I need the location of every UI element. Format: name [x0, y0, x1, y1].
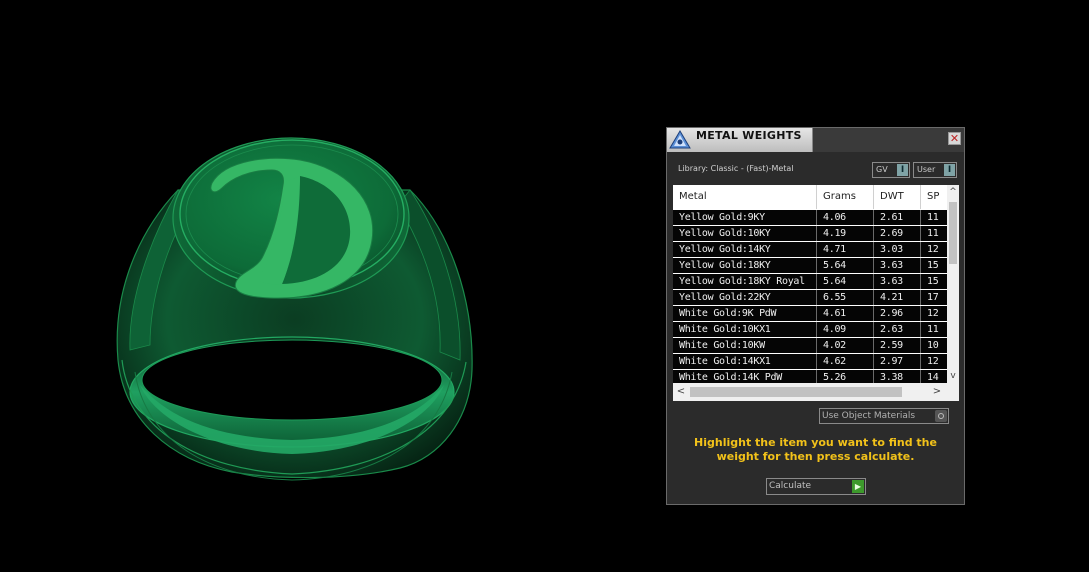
- metal-cell: White Gold:14KX1: [673, 354, 817, 369]
- sp-cell: 15: [927, 276, 939, 287]
- close-button[interactable]: ✕: [948, 132, 961, 145]
- dwt-cell: 3.63: [874, 274, 921, 289]
- close-icon: ✕: [949, 132, 960, 145]
- sp-cell: 12: [927, 308, 939, 319]
- dwt-cell: 2.63: [874, 322, 921, 337]
- table-row[interactable]: Yellow Gold:22KY 6.55 4.21 17: [673, 290, 947, 305]
- dwt-cell: 3.03: [874, 242, 921, 257]
- radio-icon: [935, 410, 947, 422]
- play-icon: ▶: [852, 480, 864, 493]
- toggle-switch-icon: I: [944, 164, 955, 176]
- grams-cell: 4.71: [817, 242, 874, 257]
- sp-cell: 12: [927, 356, 939, 367]
- sp-cell: 17: [927, 292, 939, 303]
- dwt-cell: 2.61: [874, 210, 921, 225]
- calculate-label: Calculate: [769, 481, 812, 491]
- column-header-grams[interactable]: Grams: [817, 185, 874, 209]
- sp-cell: 15: [927, 260, 939, 271]
- table-row[interactable]: White Gold:9K PdW 4.61 2.96 12: [673, 306, 947, 321]
- column-header-metal[interactable]: Metal: [673, 185, 817, 209]
- dwt-cell: 2.69: [874, 226, 921, 241]
- grams-cell: 4.06: [817, 210, 874, 225]
- dwt-cell: 4.21: [874, 290, 921, 305]
- vertical-scroll-thumb[interactable]: [949, 202, 957, 264]
- metal-cell: Yellow Gold:10KY: [673, 226, 817, 241]
- toggle-switch-icon: I: [897, 164, 908, 176]
- scroll-down-icon[interactable]: v: [947, 369, 959, 383]
- metal-cell: Yellow Gold:14KY: [673, 242, 817, 257]
- horizontal-scrollbar[interactable]: < >: [673, 383, 959, 401]
- table-row[interactable]: White Gold:10KW 4.02 2.59 10: [673, 338, 947, 353]
- grams-cell: 4.61: [817, 306, 874, 321]
- table-header: Metal Grams DWT SP: [673, 185, 947, 209]
- sp-cell: 11: [927, 324, 939, 335]
- grams-cell: 6.55: [817, 290, 874, 305]
- user-toggle-label: User: [917, 165, 936, 174]
- use-object-materials-label: Use Object Materials: [822, 411, 916, 421]
- sp-cell: 11: [927, 228, 939, 239]
- grams-cell: 4.02: [817, 338, 874, 353]
- metal-cell: Yellow Gold:18KY Royal: [673, 274, 817, 289]
- metal-cell: White Gold:10KX1: [673, 322, 817, 337]
- scroll-left-icon[interactable]: <: [673, 383, 689, 401]
- user-toggle[interactable]: User I: [913, 162, 957, 178]
- metal-cell: White Gold:10KW: [673, 338, 817, 353]
- table-row[interactable]: Yellow Gold:18KY 5.64 3.63 15: [673, 258, 947, 273]
- dwt-cell: 2.96: [874, 306, 921, 321]
- dwt-cell: 3.63: [874, 258, 921, 273]
- gv-toggle-label: GV: [876, 165, 888, 174]
- sp-cell: 10: [927, 340, 939, 351]
- grams-cell: 5.64: [817, 258, 874, 273]
- column-header-sp[interactable]: SP: [921, 185, 947, 209]
- vertical-scrollbar[interactable]: ^ v: [947, 185, 959, 383]
- panel-title-tab[interactable]: METAL WEIGHTS: [667, 128, 813, 152]
- metal-cell: Yellow Gold:9KY: [673, 210, 817, 225]
- metal-cell: White Gold:9K PdW: [673, 306, 817, 321]
- sp-cell: 12: [927, 244, 939, 255]
- horizontal-scroll-thumb[interactable]: [690, 387, 902, 397]
- grams-cell: 4.09: [817, 322, 874, 337]
- dwt-cell: 2.97: [874, 354, 921, 369]
- use-object-materials-toggle[interactable]: Use Object Materials: [819, 408, 949, 424]
- metal-weights-panel: METAL WEIGHTS ✕ Library: Classic - (Fast…: [666, 127, 965, 505]
- panel-title: METAL WEIGHTS: [696, 129, 802, 142]
- metal-table[interactable]: Metal Grams DWT SP Yellow Gold:9KY 4.06 …: [673, 185, 959, 401]
- table-row[interactable]: Yellow Gold:9KY 4.06 2.61 11: [673, 210, 947, 225]
- dwt-cell: 2.59: [874, 338, 921, 353]
- library-label: Library: Classic - (Fast)-Metal: [678, 164, 794, 173]
- grams-cell: 5.64: [817, 274, 874, 289]
- gv-toggle[interactable]: GV I: [872, 162, 910, 178]
- table-row[interactable]: Yellow Gold:10KY 4.19 2.69 11: [673, 226, 947, 241]
- metal-cell: Yellow Gold:22KY: [673, 290, 817, 305]
- table-row[interactable]: Yellow Gold:14KY 4.71 3.03 12: [673, 242, 947, 257]
- table-row[interactable]: White Gold:10KX1 4.09 2.63 11: [673, 322, 947, 337]
- column-header-dwt[interactable]: DWT: [874, 185, 921, 209]
- table-row[interactable]: Yellow Gold:18KY Royal 5.64 3.63 15: [673, 274, 947, 289]
- grams-cell: 4.62: [817, 354, 874, 369]
- metal-cell: Yellow Gold:18KY: [673, 258, 817, 273]
- sp-cell: 11: [927, 212, 939, 223]
- calculate-button[interactable]: Calculate ▶: [766, 478, 866, 495]
- scroll-up-icon[interactable]: ^: [947, 185, 959, 199]
- scroll-right-icon[interactable]: >: [929, 383, 945, 401]
- panel-titlebar[interactable]: METAL WEIGHTS ✕: [667, 128, 964, 152]
- grams-cell: 4.19: [817, 226, 874, 241]
- instruction-text: Highlight the item you want to find the …: [694, 436, 937, 463]
- app-logo-icon: [669, 130, 691, 149]
- table-row[interactable]: White Gold:14KX1 4.62 2.97 12: [673, 354, 947, 369]
